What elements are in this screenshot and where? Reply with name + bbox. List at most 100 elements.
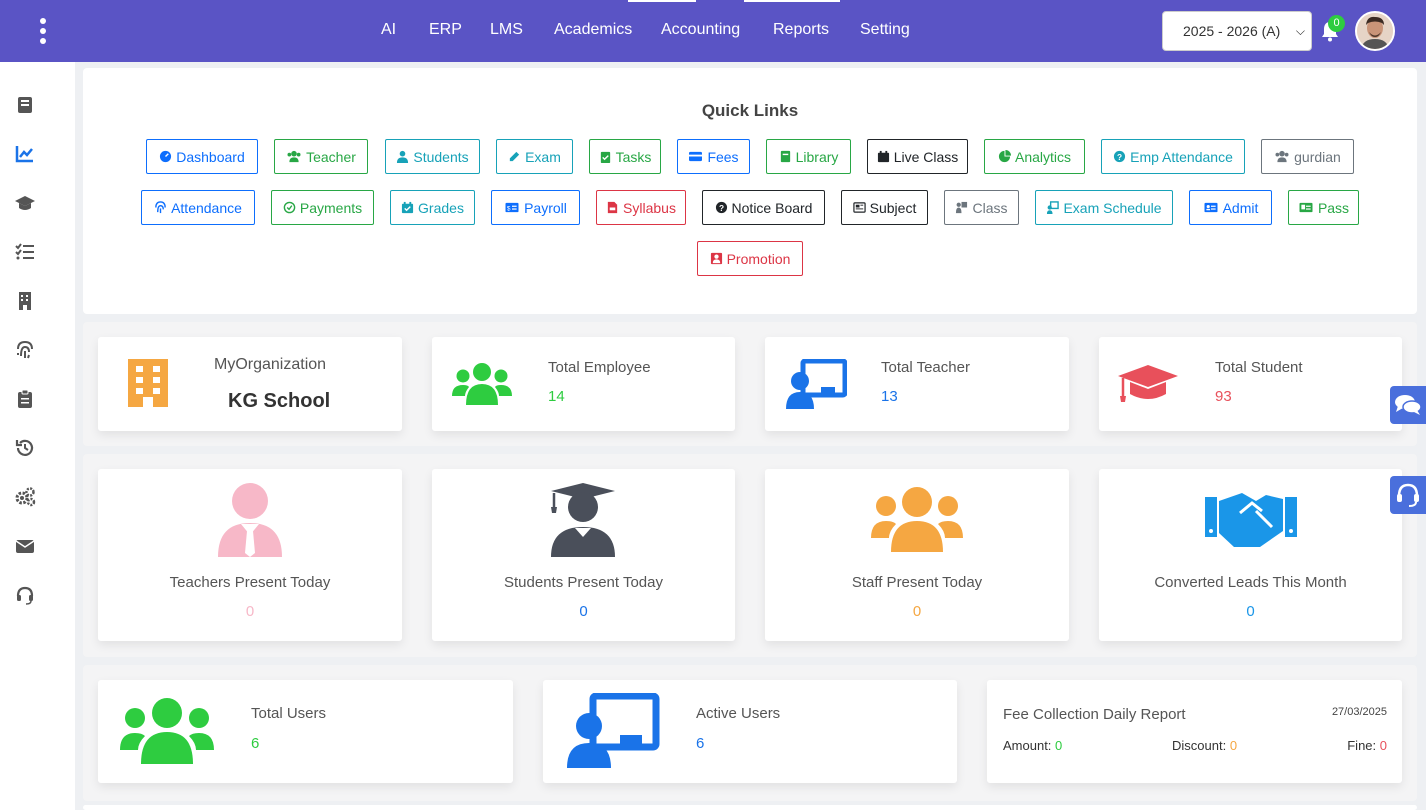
building-icon: [128, 359, 168, 407]
headset-icon[interactable]: [14, 584, 36, 606]
quick-link-label: Admit: [1222, 199, 1259, 216]
history-icon[interactable]: [14, 437, 36, 459]
quick-link-teacher[interactable]: Teacher: [274, 139, 368, 174]
quick-link-label: Class: [972, 199, 1008, 216]
quick-link-label: Attendance: [171, 199, 242, 216]
quick-link-grades[interactable]: Grades: [390, 190, 475, 225]
clipboard-check-icon: [600, 151, 610, 163]
session-select-value: 2025 - 2026 (A): [1183, 23, 1281, 39]
quick-link-label: Live Class: [893, 148, 959, 165]
fee-fine: Fine: 0: [1347, 738, 1387, 753]
teacher-label: Total Teacher: [881, 359, 970, 376]
graduation-cap-icon: [1118, 365, 1178, 402]
quick-link-class[interactable]: Class: [944, 190, 1019, 225]
chart-line-icon[interactable]: [14, 143, 36, 165]
quick-link-promotion[interactable]: Promotion: [697, 241, 803, 276]
fee-report-card: Fee Collection Daily Report 27/03/2025 A…: [987, 680, 1402, 783]
fee-discount-label: Discount:: [1172, 738, 1227, 753]
quick-link-payroll[interactable]: $ Payroll: [491, 190, 580, 225]
quick-link-admit[interactable]: Admit: [1189, 190, 1272, 225]
newspaper-icon: [852, 202, 866, 213]
quick-link-dashboard[interactable]: Dashboard: [146, 139, 258, 174]
staff-present-card: Staff Present Today 0: [765, 469, 1069, 641]
staff-present-label: Staff Present Today: [851, 574, 983, 591]
nav-item-erp[interactable]: ERP: [429, 21, 462, 39]
quick-link-exam[interactable]: Exam: [496, 139, 573, 174]
quick-link-label: Syllabus: [623, 199, 676, 216]
graduation-cap-icon[interactable]: [14, 192, 36, 214]
staff-present-value: 0: [912, 603, 922, 620]
quick-link-live-class[interactable]: Live Class: [867, 139, 968, 174]
quick-link-tasks[interactable]: Tasks: [589, 139, 661, 174]
users-icon: [871, 487, 963, 552]
quick-link-students[interactable]: Students: [385, 139, 480, 174]
avatar[interactable]: [1355, 11, 1395, 51]
list-check-icon[interactable]: [14, 241, 36, 263]
quick-link-label: Payroll: [524, 199, 567, 216]
quick-link-payments[interactable]: Payments: [271, 190, 374, 225]
quick-link-syllabus[interactable]: Syllabus: [596, 190, 686, 225]
quick-link-label: gurdian: [1294, 148, 1341, 165]
quick-link-pass[interactable]: Pass: [1288, 190, 1359, 225]
clipboard-icon[interactable]: [14, 388, 36, 410]
pie-chart-icon: [998, 150, 1011, 163]
quick-link-label: Grades: [418, 199, 464, 216]
quick-link-label: Pass: [1317, 199, 1350, 216]
headset-icon: [1397, 483, 1419, 507]
gauge-icon: [160, 150, 172, 163]
check-circle-icon: [283, 201, 296, 214]
quick-link-emp-attendance[interactable]: ? Emp Attendance: [1101, 139, 1245, 174]
org-label: MyOrganization: [214, 356, 327, 373]
students-present-card: Students Present Today 0: [432, 469, 735, 641]
total-student-card: Total Student 93: [1099, 337, 1402, 431]
teachers-present-value: 0: [245, 603, 255, 620]
converted-leads-value: 0: [1246, 603, 1255, 620]
support-button[interactable]: [1390, 476, 1426, 514]
quick-link-notice-board[interactable]: ? Notice Board: [702, 190, 825, 225]
fee-fine-value: 0: [1379, 738, 1387, 753]
calendar-icon: [877, 150, 889, 163]
teachers-present-label: Teachers Present Today: [169, 574, 331, 591]
handshake-icon: [1205, 493, 1297, 547]
quick-link-gurdian[interactable]: gurdian: [1261, 139, 1354, 174]
total-users-value: 6: [251, 735, 260, 752]
nav-item-ai[interactable]: AI: [381, 21, 396, 39]
svg-text:$: $: [507, 205, 511, 212]
nav-item-lms[interactable]: LMS: [490, 21, 523, 39]
student-label: Total Student: [1215, 359, 1303, 376]
nav-item-accounting[interactable]: Accounting: [661, 21, 740, 39]
session-select[interactable]: 2025 - 2026 (A) ⌵: [1162, 11, 1312, 51]
fee-amount: Amount: 0: [1003, 738, 1062, 753]
quick-link-fees[interactable]: Fees: [677, 139, 750, 174]
nav-item-reports[interactable]: Reports: [773, 21, 829, 39]
building-icon[interactable]: [14, 290, 36, 312]
top-navbar: AI ERP LMS Academics Accounting Reports …: [0, 0, 1426, 62]
users-icon: [287, 150, 301, 163]
quick-link-subject[interactable]: Subject: [841, 190, 928, 225]
quick-link-analytics[interactable]: Analytics: [984, 139, 1085, 174]
chat-button[interactable]: [1390, 386, 1426, 424]
gears-icon[interactable]: [14, 486, 36, 508]
chalkboard-teacher-icon: [786, 359, 847, 409]
quick-link-library[interactable]: Library: [766, 139, 851, 174]
active-users-value: 6: [696, 735, 705, 752]
fee-discount: Discount: 0: [1172, 738, 1237, 753]
envelope-icon[interactable]: [14, 535, 36, 557]
quick-link-attendance[interactable]: Attendance: [141, 190, 255, 225]
id-card-icon: [1204, 202, 1218, 213]
next-panel-edge: [83, 805, 1417, 810]
total-employee-card: Total Employee 14: [432, 337, 735, 431]
nav-item-academics[interactable]: Academics: [554, 21, 632, 39]
users-icon: [1275, 150, 1289, 163]
nav-item-setting[interactable]: Setting: [860, 21, 910, 39]
notification-badge: 0: [1328, 15, 1345, 32]
quick-link-label: Notice Board: [731, 199, 813, 216]
fingerprint-icon[interactable]: [14, 339, 36, 361]
quick-link-exam-schedule[interactable]: Exam Schedule: [1035, 190, 1173, 225]
fingerprint-icon: [155, 201, 166, 214]
org-name: KG School: [228, 390, 331, 412]
question-circle-icon: ?: [715, 201, 727, 214]
total-users-card: Total Users 6: [98, 680, 513, 783]
calendar-check-icon: [401, 201, 414, 214]
active-users-card: Active Users 6: [543, 680, 957, 783]
